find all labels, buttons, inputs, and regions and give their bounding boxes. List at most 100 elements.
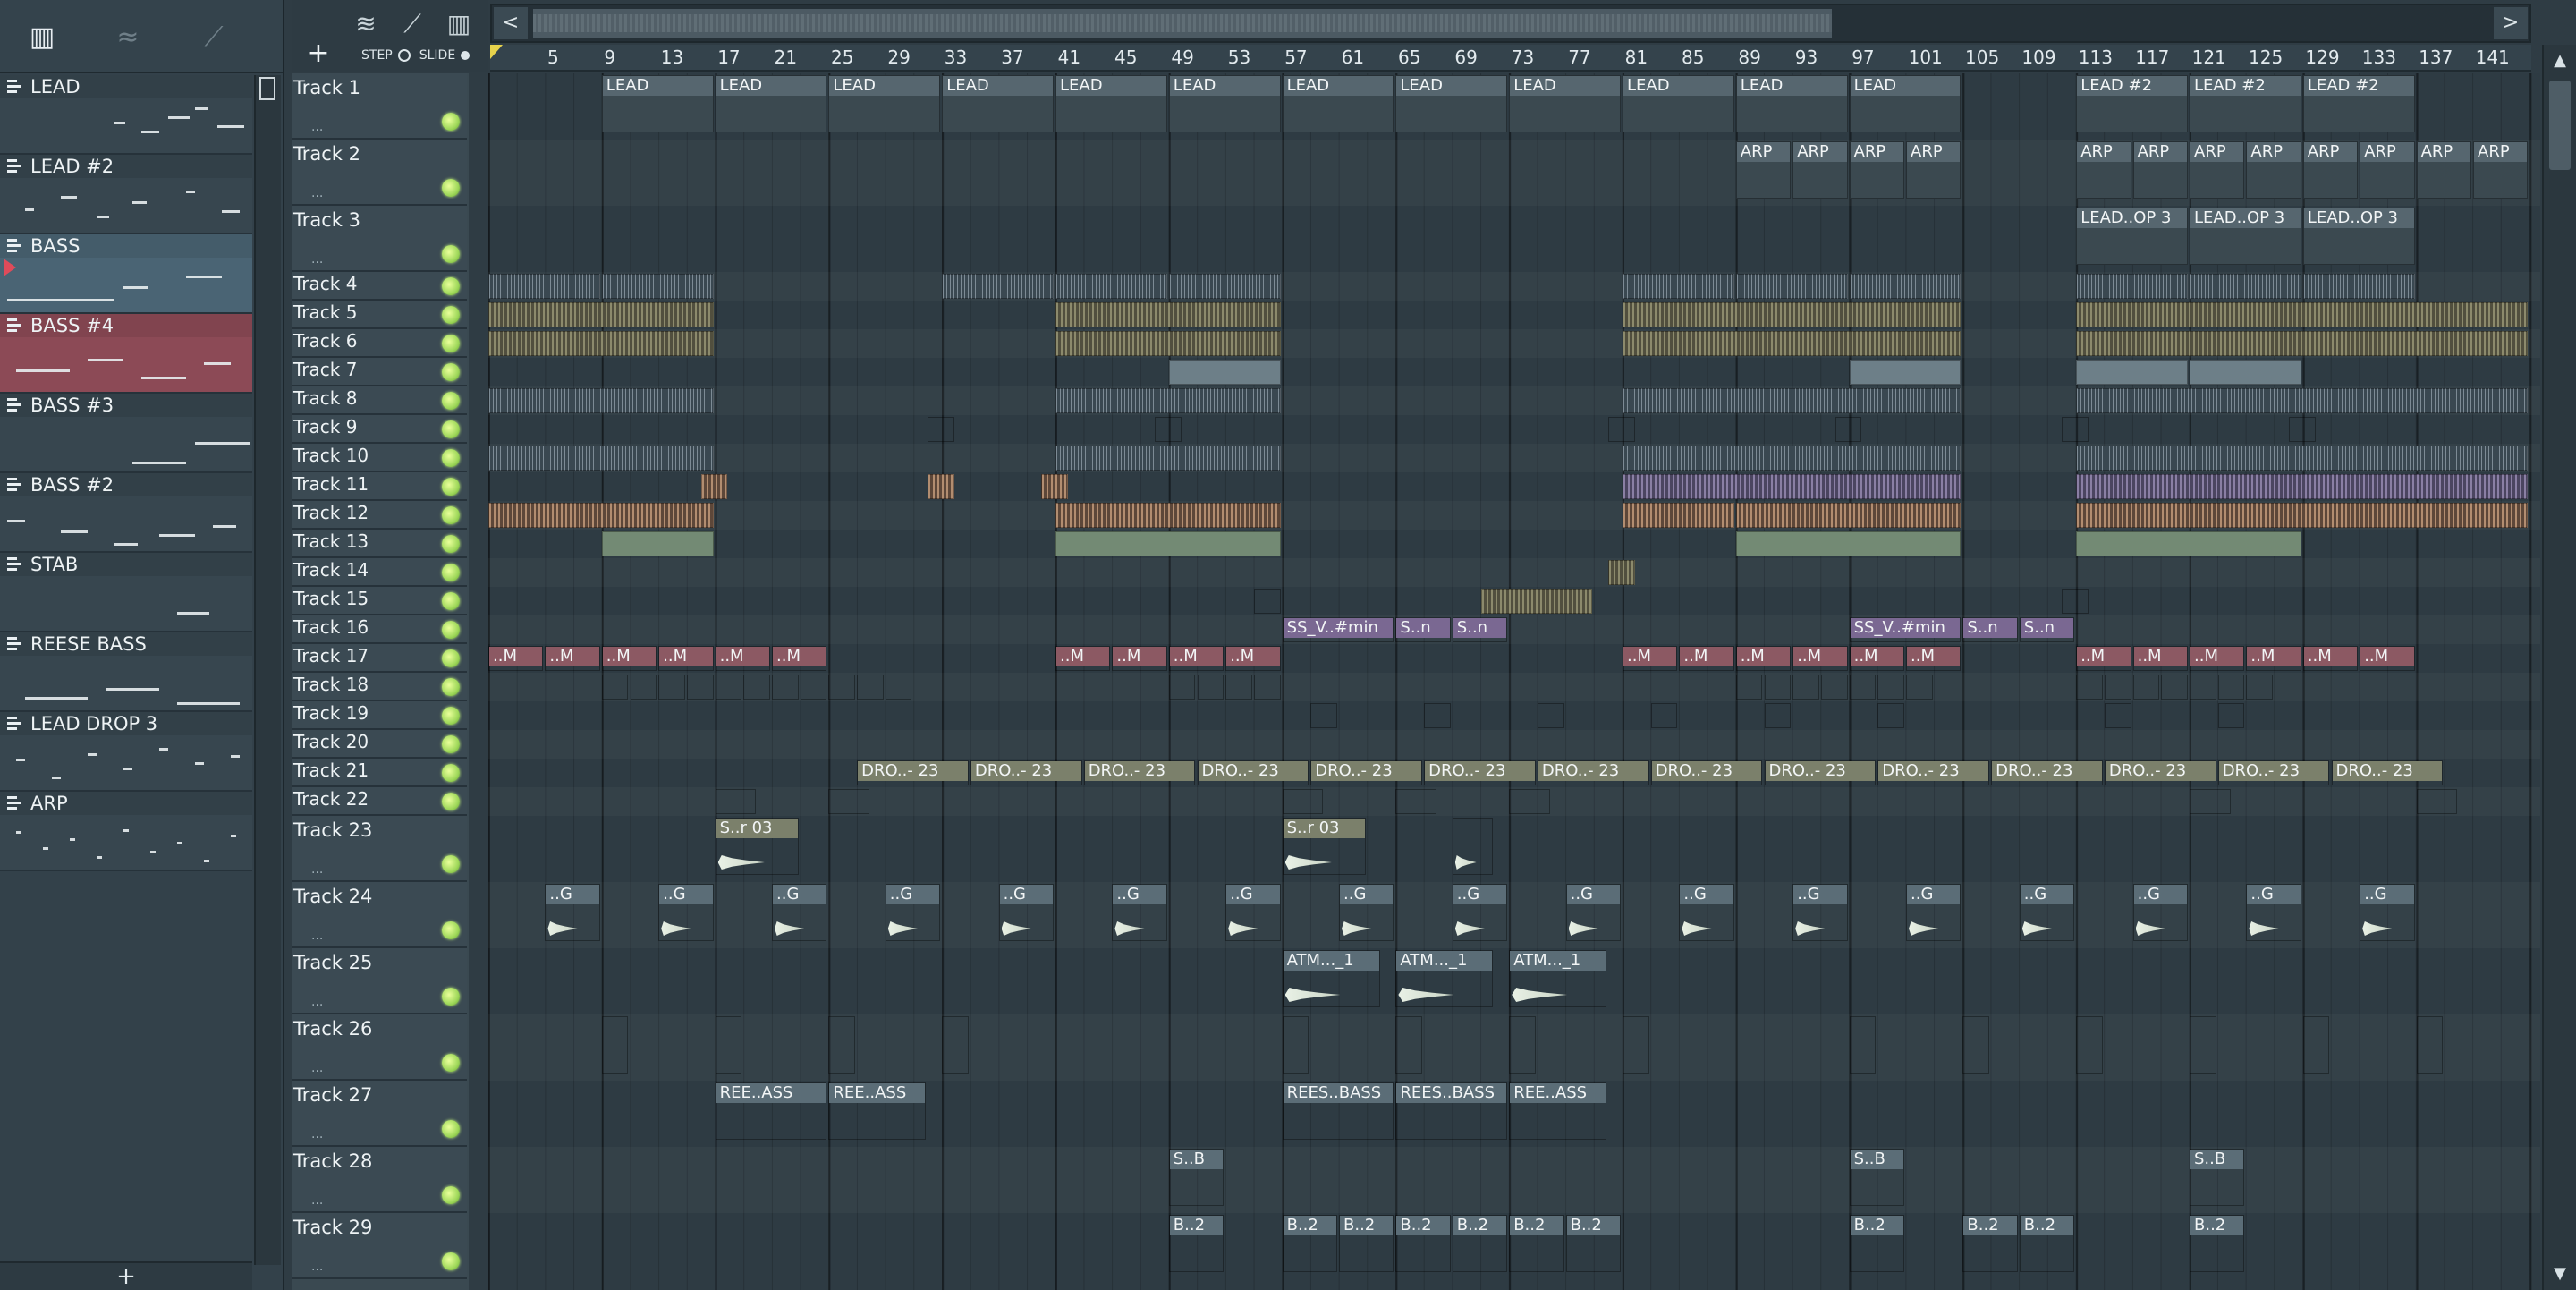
playlist-clip[interactable] [828,1016,856,1074]
playlist-clip[interactable] [828,675,856,700]
playlist-clip[interactable]: LEAD [942,75,1054,132]
playlist-clip[interactable]: DRO..- 23 [2217,760,2330,785]
scroll-right-button[interactable]: > [2494,7,2528,39]
playlist-clip[interactable] [1735,503,1962,528]
playlist-clip[interactable]: ..G [1792,884,1848,941]
playlist-clip[interactable]: ..M [545,646,600,671]
playlist-clip[interactable] [1509,789,1550,814]
playlist-clip[interactable] [1764,703,1792,728]
song-position-marker[interactable] [490,45,503,59]
playlist-clip[interactable] [1282,1016,1309,1074]
playlist-clip[interactable] [1764,675,1792,700]
playlist-clip[interactable]: DRO..- 23 [1197,760,1309,785]
playlist-clip[interactable] [1623,446,1962,471]
playlist-clip[interactable]: ..M [772,646,827,671]
playlist-clip[interactable] [488,446,714,471]
playlist-clip[interactable]: ARP [2416,141,2471,199]
add-track-button[interactable]: + [292,36,345,72]
playlist-clip[interactable]: B..2 [1509,1215,1564,1272]
playlist-clip[interactable] [942,274,1054,299]
playlist-clip[interactable] [928,474,955,499]
playlist-clip[interactable] [2416,789,2458,814]
playlist-clip[interactable] [857,675,884,700]
playlist-clip[interactable] [1650,703,1678,728]
playlist-clip[interactable]: LEAD [601,75,714,132]
playlist-clip[interactable] [1055,331,1281,356]
playlist-clip[interactable] [715,1016,742,1074]
playlist-clip[interactable] [2190,360,2301,385]
scroll-down-button[interactable]: ▼ [2544,1258,2576,1290]
playlist-clip[interactable]: REES..BASS [1395,1082,1508,1140]
playlist-clip[interactable] [1735,675,1763,700]
playlist-clip[interactable] [601,274,714,299]
playlist-clip[interactable] [2416,1016,2444,1074]
track-mute-led[interactable] [442,988,460,1006]
playlist-clip[interactable]: S..n [1962,617,2018,642]
playlist-clip[interactable] [928,417,955,442]
playlist-clip[interactable]: ..M [2132,646,2188,671]
playlist-clip[interactable] [1395,789,1436,814]
playlist-clip[interactable] [1509,1016,1536,1074]
playlist-clip[interactable] [1480,589,1593,614]
playlist-clip[interactable] [2190,675,2216,700]
playlist-clip[interactable]: LEAD [715,75,827,132]
playlist-clip[interactable]: ..G [2132,884,2188,941]
track-header[interactable]: Track 28... [292,1147,467,1213]
track-mute-led[interactable] [442,1252,460,1270]
track-mute-led[interactable] [442,707,460,725]
playlist-clip[interactable] [1623,274,1734,299]
pattern-mode-icon[interactable]: ▥ [20,20,64,55]
playlist-clip[interactable]: ARP [2132,141,2188,199]
playlist-clip[interactable]: ..M [1735,646,1792,671]
playlist-clip[interactable]: ..M [2360,646,2415,671]
playlist-clip[interactable]: ..G [772,884,827,941]
track-mute-led[interactable] [442,306,460,324]
playlist-clip[interactable] [488,331,714,356]
playlist-clip[interactable] [488,302,714,327]
playlist-clip[interactable] [1608,560,1635,585]
audio-clip-icon[interactable]: ≋ [345,5,386,43]
playlist-clip[interactable]: LEAD [1055,75,1167,132]
track-header[interactable]: Track 22 [292,787,467,816]
track-header[interactable]: Track 4 [292,272,467,301]
playlist-clip[interactable]: S..r 03 [715,818,799,875]
playlist-clip[interactable] [1041,474,1068,499]
track-mute-led[interactable] [442,592,460,610]
playlist-clip[interactable] [2076,388,2529,413]
pattern-item[interactable]: LEAD [0,75,252,155]
playlist-clip[interactable]: LEAD [1509,75,1621,132]
playlist-vertical-scrollbar[interactable]: ▲ ▼ [2542,45,2576,1290]
playlist-clip[interactable] [828,789,869,814]
pattern-item[interactable]: BASS #3 [0,394,252,473]
track-header[interactable]: Track 21 [292,759,467,787]
playlist-clip[interactable] [1623,503,1734,528]
playlist-clip[interactable]: ..M [601,646,657,671]
playlist-clip[interactable]: B..2 [1282,1215,1337,1272]
playlist-clip[interactable] [601,675,629,700]
playlist-clip[interactable]: ARP [1792,141,1848,199]
playlist-clip[interactable] [1395,1016,1423,1074]
track-header[interactable]: Track 16 [292,615,467,644]
playlist-clip[interactable]: B..2 [1339,1215,1394,1272]
track-header[interactable]: Track 6 [292,329,467,358]
playlist-clip[interactable]: SS_V..#min [1849,617,1962,642]
playlist-clip[interactable] [1623,388,1962,413]
playlist-clip[interactable]: S..n [2019,617,2075,642]
track-mute-led[interactable] [442,420,460,438]
playlist-clip[interactable] [2217,703,2245,728]
playlist-clip[interactable]: DRO..- 23 [1650,760,1763,785]
playlist-clip[interactable] [715,789,757,814]
playlist-clip[interactable]: ARP [2076,141,2131,199]
playlist-clip[interactable]: ARP [2360,141,2415,199]
playlist-clip[interactable] [1168,360,1281,385]
playlist-clip[interactable] [1154,417,1182,442]
track-header[interactable]: Track 26... [292,1014,467,1081]
playlist-clip[interactable]: LEAD #2 [2076,75,2188,132]
playlist-clip[interactable] [743,675,770,700]
playlist-clip[interactable]: B..2 [1452,1215,1508,1272]
playlist-clip[interactable] [686,675,714,700]
playlist-clip[interactable]: DRO..- 23 [1764,760,1877,785]
playlist-clip[interactable]: ARP [1849,141,1904,199]
playlist-clip[interactable] [1197,675,1224,700]
track-mute-led[interactable] [442,564,460,581]
